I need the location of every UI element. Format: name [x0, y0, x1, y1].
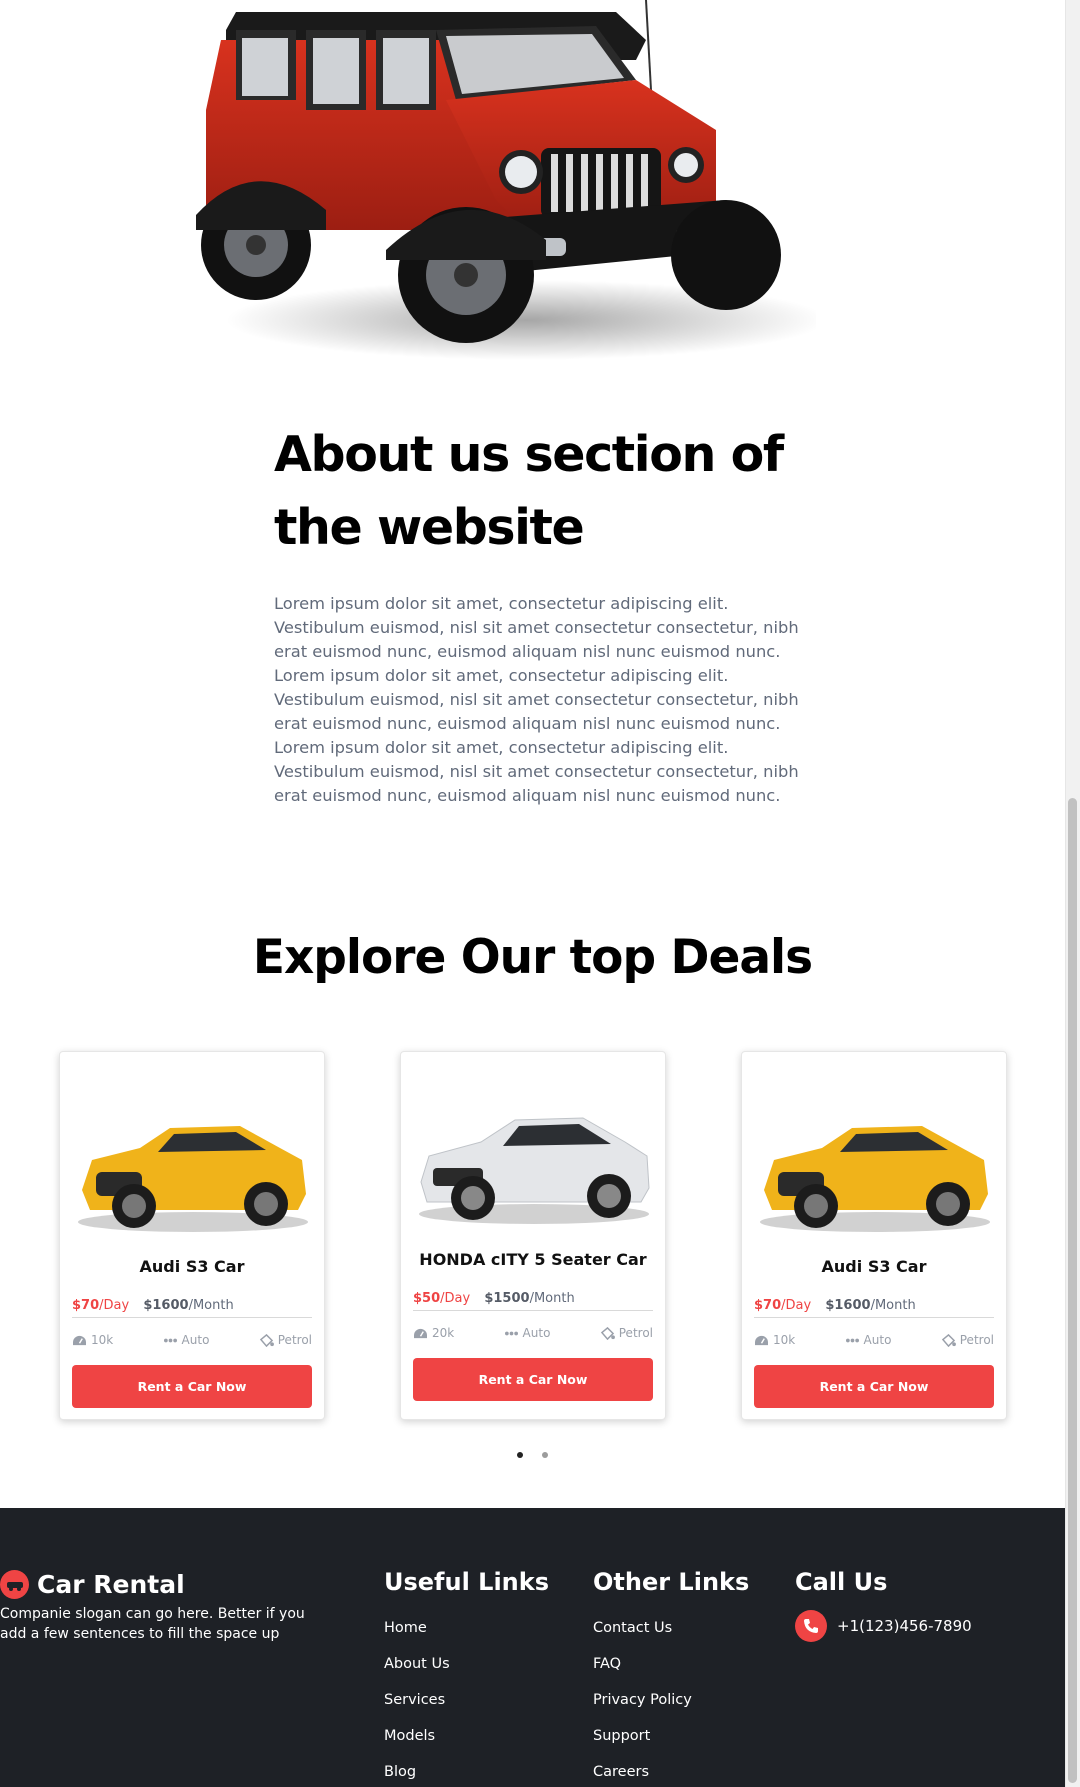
- footer-brand[interactable]: Car Rental: [0, 1570, 185, 1599]
- mileage-value: 10k: [91, 1333, 114, 1347]
- car-specs: 10k Auto Petrol: [754, 1333, 994, 1347]
- car-name: Audi S3 Car: [139, 1257, 245, 1276]
- fuel-value: Petrol: [618, 1326, 653, 1340]
- car-image: [419, 1117, 650, 1224]
- month-unit: /Month: [529, 1291, 575, 1306]
- mileage-value: 20k: [432, 1326, 455, 1340]
- day-price: $50: [413, 1291, 441, 1306]
- month-price: $1500: [484, 1291, 530, 1306]
- deals-title: Explore Our top Deals: [252, 930, 813, 985]
- speedometer-icon: [414, 1328, 427, 1338]
- fuel-value: Petrol: [959, 1333, 994, 1347]
- footer-link-careers[interactable]: Careers: [593, 1754, 749, 1787]
- carousel-dot-1[interactable]: [517, 1452, 523, 1458]
- transmission-value: Auto: [863, 1333, 892, 1347]
- about-body: Lorem ipsum dolor sit amet, consectetur …: [274, 594, 799, 805]
- divider: [413, 1310, 653, 1311]
- footer-link-contact-us[interactable]: Contact Us: [593, 1610, 749, 1646]
- spec-fuel: Petrol: [600, 1326, 653, 1340]
- month-unit: /Month: [188, 1298, 234, 1313]
- car-image: [760, 1126, 990, 1232]
- footer: Car Rental Companie slogan can go here. …: [0, 1508, 1065, 1787]
- footer-link-blog[interactable]: Blog: [384, 1754, 549, 1787]
- other-links-title: Other Links: [593, 1568, 750, 1596]
- dots-icon: [845, 1338, 859, 1342]
- divider: [754, 1317, 994, 1318]
- fuel-value: Petrol: [277, 1333, 312, 1347]
- spec-mileage: 10k: [754, 1333, 795, 1347]
- car-prices: $50/Day $1500/Month: [413, 1291, 575, 1306]
- month-price: $1600: [825, 1298, 871, 1313]
- dots-icon: [163, 1338, 177, 1342]
- deal-card: Audi S3 Car $70/Day $1600/Month 10k Auto…: [59, 1051, 325, 1420]
- spec-fuel: Petrol: [941, 1333, 994, 1347]
- footer-link-home[interactable]: Home: [384, 1610, 549, 1646]
- car-image: [78, 1126, 308, 1232]
- mileage-value: 10k: [773, 1333, 796, 1347]
- transmission-value: Auto: [181, 1333, 210, 1347]
- rent-car-button[interactable]: Rent a Car Now: [754, 1365, 994, 1408]
- hero-car-image: [196, 0, 826, 370]
- phone-contact[interactable]: +1(123)456-7890: [795, 1610, 972, 1642]
- brand-name: Car Rental: [37, 1570, 185, 1599]
- phone-number: +1(123)456-7890: [837, 1617, 972, 1635]
- spec-transmission: Auto: [845, 1333, 892, 1347]
- day-unit: /Day: [99, 1298, 130, 1313]
- day-unit: /Day: [440, 1291, 471, 1306]
- useful-links-column: Useful Links Home About Us Services Mode…: [384, 1568, 549, 1787]
- speedometer-icon: [73, 1335, 86, 1345]
- day-price: $70: [754, 1298, 782, 1313]
- call-us-column: Call Us +1(123)456-7890: [795, 1568, 972, 1642]
- fuel-icon: [259, 1333, 274, 1347]
- scrollbar-thumb[interactable]: [1068, 798, 1077, 1783]
- scrollbar[interactable]: [1065, 0, 1080, 1787]
- spec-fuel: Petrol: [259, 1333, 312, 1347]
- footer-link-faq[interactable]: FAQ: [593, 1646, 749, 1682]
- useful-links-title: Useful Links: [384, 1568, 550, 1596]
- phone-icon: [795, 1610, 827, 1642]
- footer-link-models[interactable]: Models: [384, 1718, 549, 1754]
- carousel-dots: [517, 1452, 548, 1458]
- rent-car-button[interactable]: Rent a Car Now: [413, 1358, 653, 1401]
- day-price: $70: [72, 1298, 100, 1313]
- footer-slogan: Companie slogan can go here. Better if y…: [0, 1606, 305, 1642]
- car-specs: 20k Auto Petrol: [413, 1326, 653, 1340]
- spec-mileage: 10k: [72, 1333, 113, 1347]
- divider: [72, 1317, 312, 1318]
- transmission-value: Auto: [522, 1326, 551, 1340]
- footer-link-privacy-policy[interactable]: Privacy Policy: [593, 1682, 749, 1718]
- spec-transmission: Auto: [504, 1326, 551, 1340]
- footer-link-support[interactable]: Support: [593, 1718, 749, 1754]
- speedometer-icon: [755, 1335, 768, 1345]
- fuel-icon: [941, 1333, 956, 1347]
- car-name: HONDA cITY 5 Seater Car: [419, 1250, 647, 1269]
- car-prices: $70/Day $1600/Month: [72, 1298, 234, 1313]
- fuel-icon: [600, 1326, 615, 1340]
- car-specs: 10k Auto Petrol: [72, 1333, 312, 1347]
- about-title: About us section of the website: [274, 426, 784, 556]
- about-section: About us section of the website Lorem ip…: [274, 418, 814, 808]
- month-price: $1600: [143, 1298, 189, 1313]
- deal-card: HONDA cITY 5 Seater Car $50/Day $1500/Mo…: [400, 1051, 666, 1420]
- rent-car-button[interactable]: Rent a Car Now: [72, 1365, 312, 1408]
- spec-mileage: 20k: [413, 1326, 454, 1340]
- dots-icon: [504, 1331, 518, 1335]
- car-logo-icon: [0, 1570, 29, 1599]
- carousel-dot-2[interactable]: [542, 1452, 548, 1458]
- car-name: Audi S3 Car: [821, 1257, 927, 1276]
- call-us-title: Call Us: [795, 1568, 888, 1596]
- footer-link-about-us[interactable]: About Us: [384, 1646, 549, 1682]
- month-unit: /Month: [870, 1298, 916, 1313]
- footer-link-services[interactable]: Services: [384, 1682, 549, 1718]
- day-unit: /Day: [781, 1298, 812, 1313]
- spec-transmission: Auto: [163, 1333, 210, 1347]
- deal-card: Audi S3 Car $70/Day $1600/Month 10k Auto…: [741, 1051, 1007, 1420]
- other-links-column: Other Links Contact Us FAQ Privacy Polic…: [593, 1568, 749, 1787]
- car-prices: $70/Day $1600/Month: [754, 1298, 916, 1313]
